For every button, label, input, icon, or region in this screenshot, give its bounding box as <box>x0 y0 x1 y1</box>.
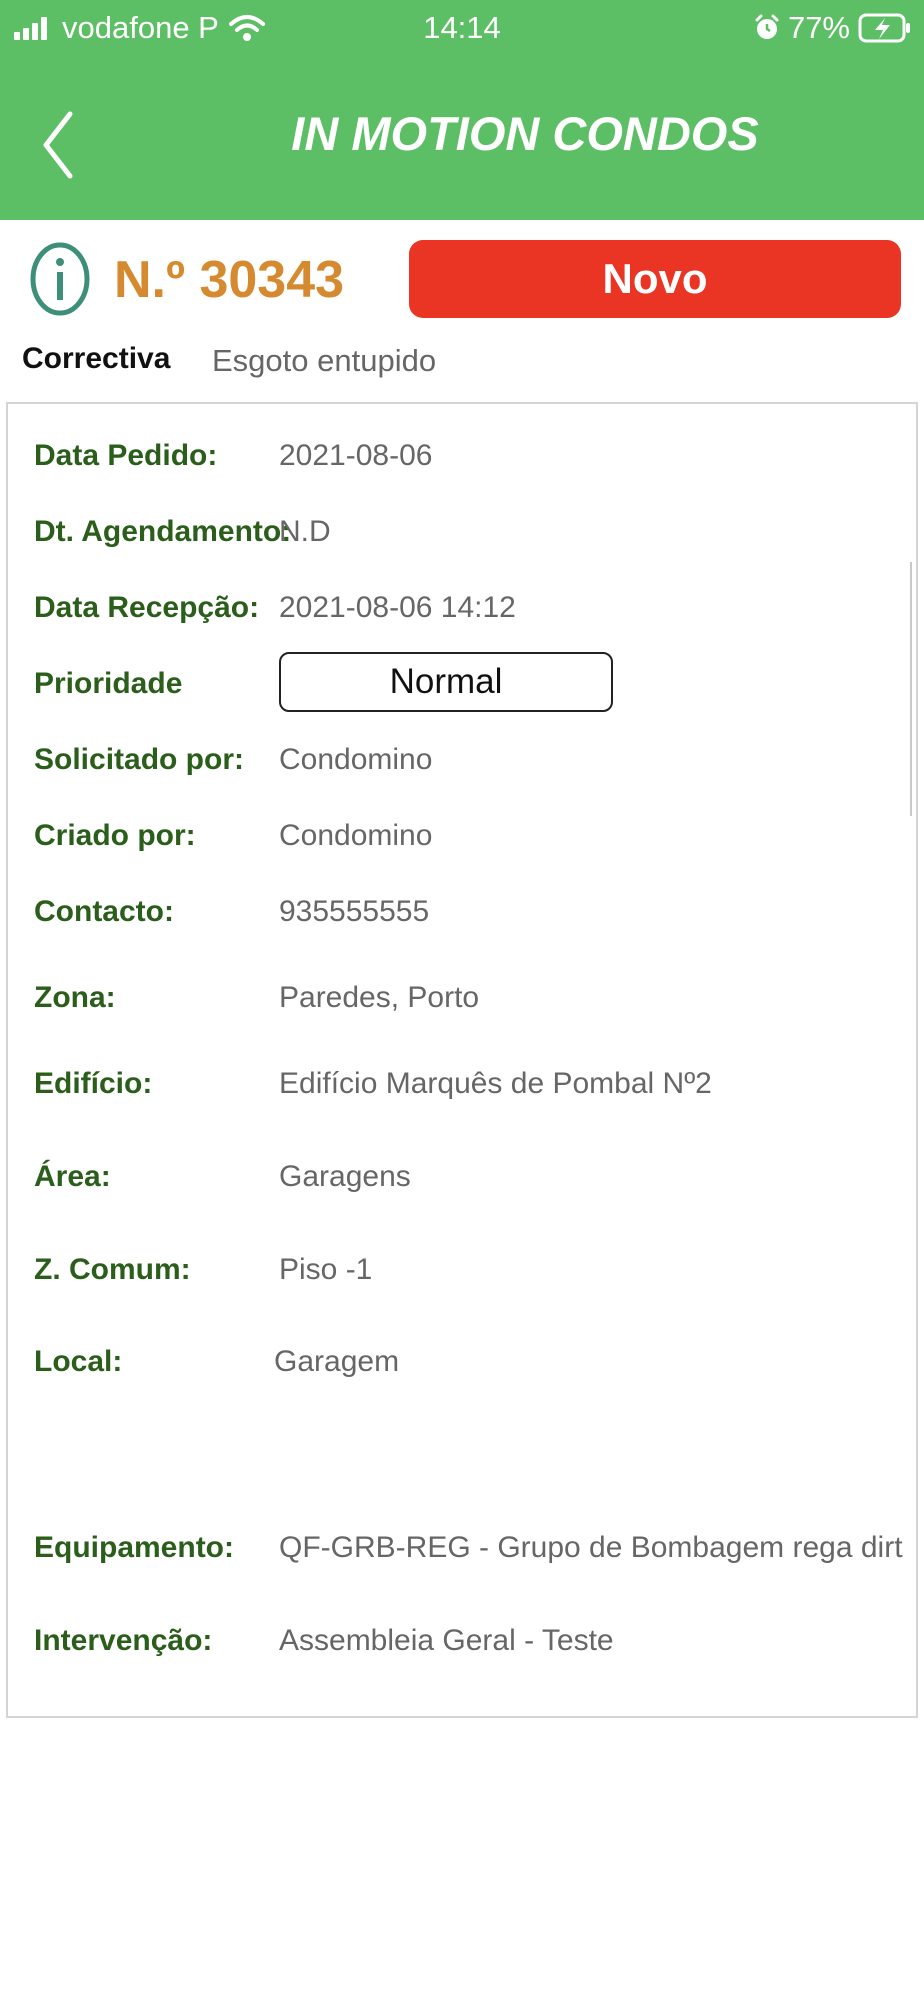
status-right: 77% <box>754 8 912 48</box>
zona-value: Paredes, Porto <box>279 981 480 1014</box>
zona-label: Zona: <box>34 981 116 1014</box>
state-button[interactable]: Novo <box>409 240 901 318</box>
order-type: Correctiva <box>22 342 171 375</box>
prioridade-label: Prioridade <box>34 667 183 700</box>
priority-select[interactable]: Normal <box>279 652 613 712</box>
dt-agendamento-value: N.D <box>279 515 331 548</box>
order-number: N.º 30343 <box>114 251 345 309</box>
battery-charging-icon <box>858 13 910 43</box>
z-comum-label: Z. Comum: <box>34 1253 191 1286</box>
data-recepcao-value: 2021-08-06 14:12 <box>279 591 516 624</box>
edificio-label: Edifício: <box>34 1067 153 1100</box>
z-comum-value: Piso -1 <box>279 1253 373 1286</box>
equipamento-label: Equipamento: <box>34 1531 234 1564</box>
equipamento-value: QF-GRB-REG - Grupo de Bombagem rega dirt <box>279 1531 903 1564</box>
page-title: IN MOTION CONDOS <box>291 107 759 160</box>
scroll-track <box>910 570 912 816</box>
contacto-label: Contacto: <box>34 895 174 928</box>
battery-percent: 77% <box>787 10 850 45</box>
area-label: Área: <box>34 1160 111 1193</box>
criado-por-label: Criado por: <box>34 819 196 852</box>
info-button[interactable] <box>30 242 90 316</box>
edificio-value: Edifício Marquês de Pombal Nº2 <box>279 1067 712 1100</box>
local-value: Garagem <box>274 1345 400 1378</box>
contacto-value[interactable]: 935555555 <box>279 892 429 932</box>
local-label: Local: <box>34 1345 123 1378</box>
data-pedido-value: 2021-08-06 <box>279 439 433 472</box>
data-pedido-label: Data Pedido: <box>34 439 218 472</box>
app-header: vodafone P 14:14 77% IN MOTION CONDOS <box>0 0 924 220</box>
intervencao-label: Intervenção: <box>34 1624 213 1657</box>
order-description: Esgoto entupido <box>212 343 437 378</box>
data-recepcao-label: Data Recepção: <box>34 591 260 624</box>
intervencao-value: Assembleia Geral - Teste <box>279 1624 614 1657</box>
dt-agendamento-label: Dt. Agendamento: <box>34 515 292 548</box>
solicitado-por-value: Condomino <box>279 743 433 776</box>
info-circle-icon <box>30 242 90 316</box>
area-value: Garagens <box>279 1160 411 1193</box>
alarm-icon <box>755 14 779 39</box>
solicitado-por-label: Solicitado por: <box>34 743 244 776</box>
criado-por-value: Condomino <box>279 819 433 852</box>
